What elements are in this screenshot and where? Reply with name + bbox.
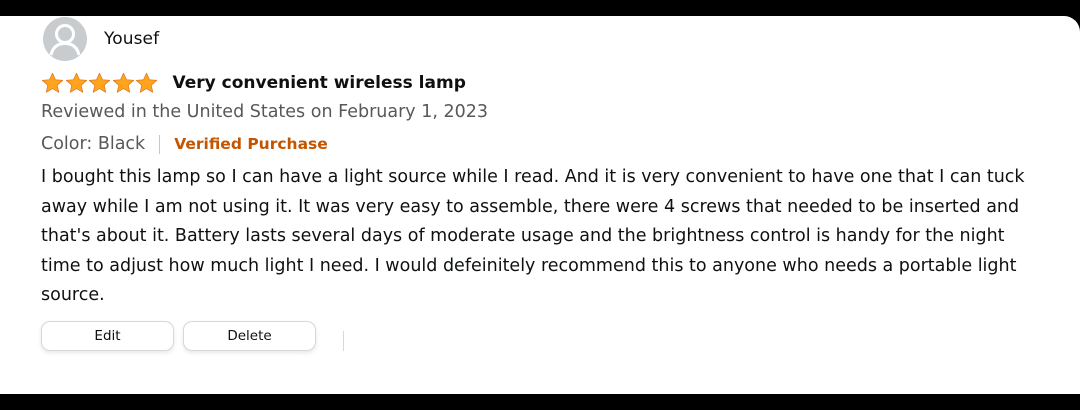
- star-icon: [65, 72, 87, 93]
- star-icon: [41, 72, 64, 93]
- delete-button[interactable]: Delete: [183, 321, 316, 351]
- review-title: Very convenient wireless lamp: [172, 73, 466, 93]
- star-rating: [41, 72, 159, 94]
- variant-label: Color: Black: [41, 134, 146, 154]
- actions-divider: [343, 331, 344, 351]
- verified-purchase-badge: Verified Purchase: [174, 135, 328, 153]
- default-user-avatar-icon: [43, 17, 87, 61]
- screen: Yousef Very convenient wireless lamp Rev…: [0, 0, 1080, 410]
- edit-button[interactable]: Edit: [41, 321, 174, 351]
- reviewer-name: Yousef: [104, 29, 160, 49]
- review-card: Yousef Very convenient wireless lamp Rev…: [0, 16, 1080, 394]
- variant-row: Color: Black Verified Purchase: [41, 132, 328, 156]
- review-date: Reviewed in the United States on Februar…: [41, 102, 489, 122]
- reviewer-header: Yousef: [43, 17, 159, 61]
- star-icon: [112, 72, 134, 93]
- review-body: I bought this lamp so I can have a light…: [41, 167, 1025, 305]
- star-icon: [135, 72, 158, 93]
- star-icon: [88, 72, 111, 93]
- variant-divider: [159, 134, 161, 154]
- review-actions: Edit Delete: [41, 321, 344, 351]
- rating-row: Very convenient wireless lamp: [41, 71, 466, 95]
